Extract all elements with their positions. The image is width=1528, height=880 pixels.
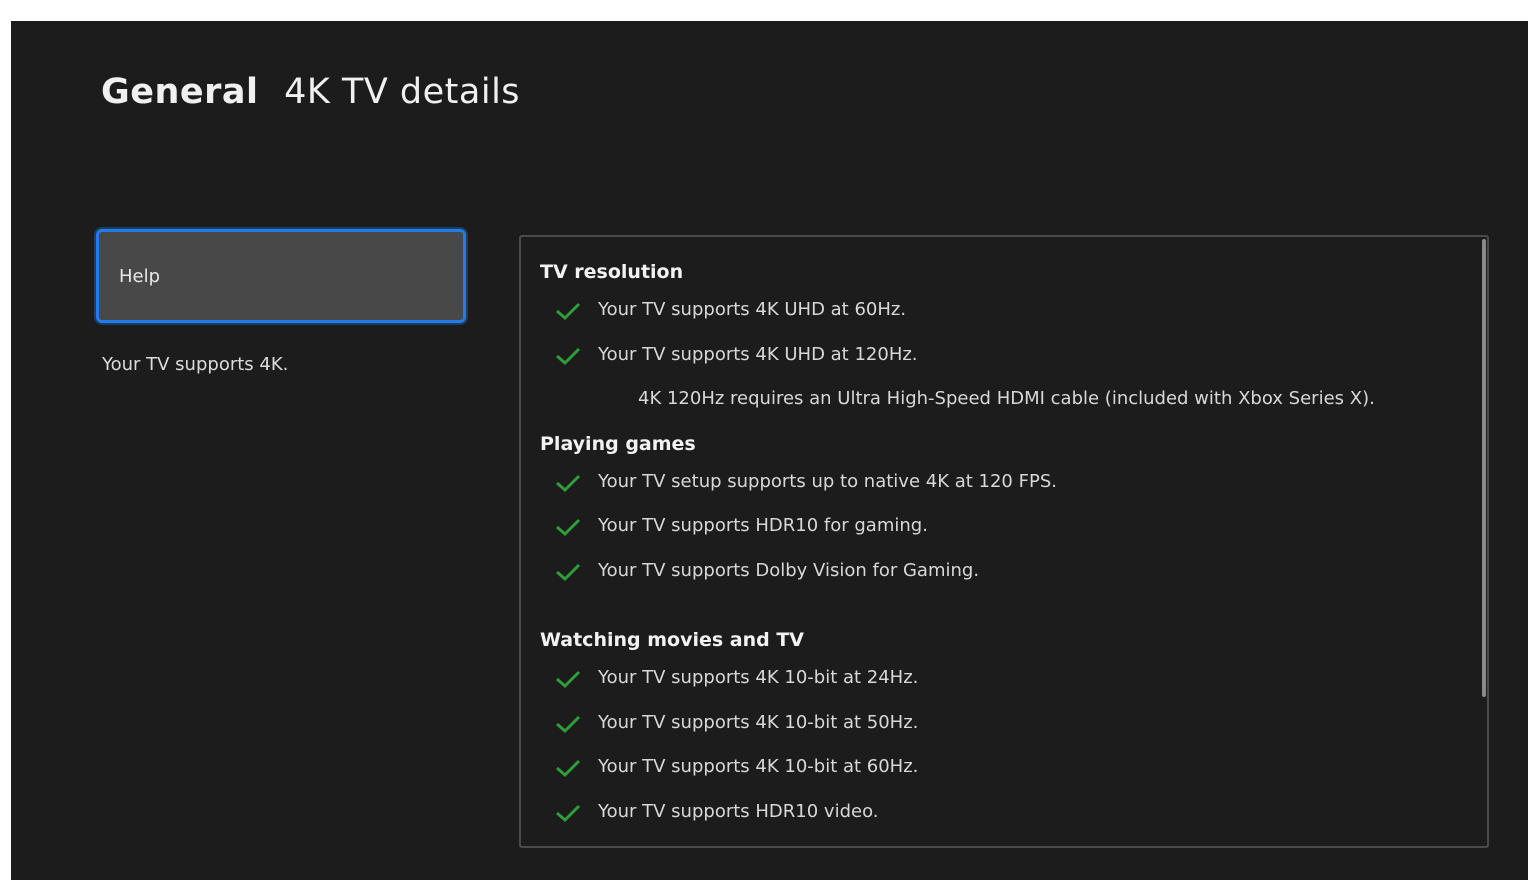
list-item-label: Your TV setup supports up to native 4K a… (598, 471, 1057, 492)
list-item-label: Your TV supports HDR10 video. (598, 801, 879, 822)
scrollbar[interactable] (1482, 239, 1486, 697)
check-icon (556, 474, 581, 493)
list-item-label: Your TV supports HDR10 for gaming. (598, 515, 928, 536)
section-title-watching-movies: Watching movies and TV (540, 629, 805, 651)
details-panel[interactable]: TV resolution Your TV supports 4K UHD at… (519, 235, 1489, 848)
list-item-label: Your TV supports 4K 10-bit at 24Hz. (598, 667, 919, 688)
list-item-label: Your TV supports 4K UHD at 60Hz. (598, 299, 907, 320)
page-title: 4K TV details (284, 72, 521, 112)
check-icon (556, 804, 581, 823)
tv-details-screen: General 4K TV details Help Your TV suppo… (11, 21, 1528, 880)
page-header: General 4K TV details (101, 72, 520, 112)
list-item-label: Your TV supports 4K 10-bit at 60Hz. (598, 756, 919, 777)
check-icon (556, 302, 581, 321)
hdmi-cable-note: 4K 120Hz requires an Ultra High-Speed HD… (638, 388, 1375, 409)
check-icon (556, 670, 581, 689)
check-icon (556, 759, 581, 778)
section-title-tv-resolution: TV resolution (540, 261, 684, 283)
list-item-label: Your TV supports 4K UHD at 120Hz. (598, 344, 918, 365)
help-button[interactable]: Help (96, 229, 466, 323)
check-icon (556, 518, 581, 537)
section-title-playing-games: Playing games (540, 433, 696, 455)
list-item-label: Your TV supports Dolby Vision for Gaming… (598, 560, 980, 581)
breadcrumb: General (101, 72, 259, 112)
check-icon (556, 563, 581, 582)
help-button-label: Help (119, 266, 161, 287)
check-icon (556, 347, 581, 366)
check-icon (556, 715, 581, 734)
tv-support-summary: Your TV supports 4K. (102, 354, 289, 375)
list-item-label: Your TV supports 4K 10-bit at 50Hz. (598, 712, 919, 733)
